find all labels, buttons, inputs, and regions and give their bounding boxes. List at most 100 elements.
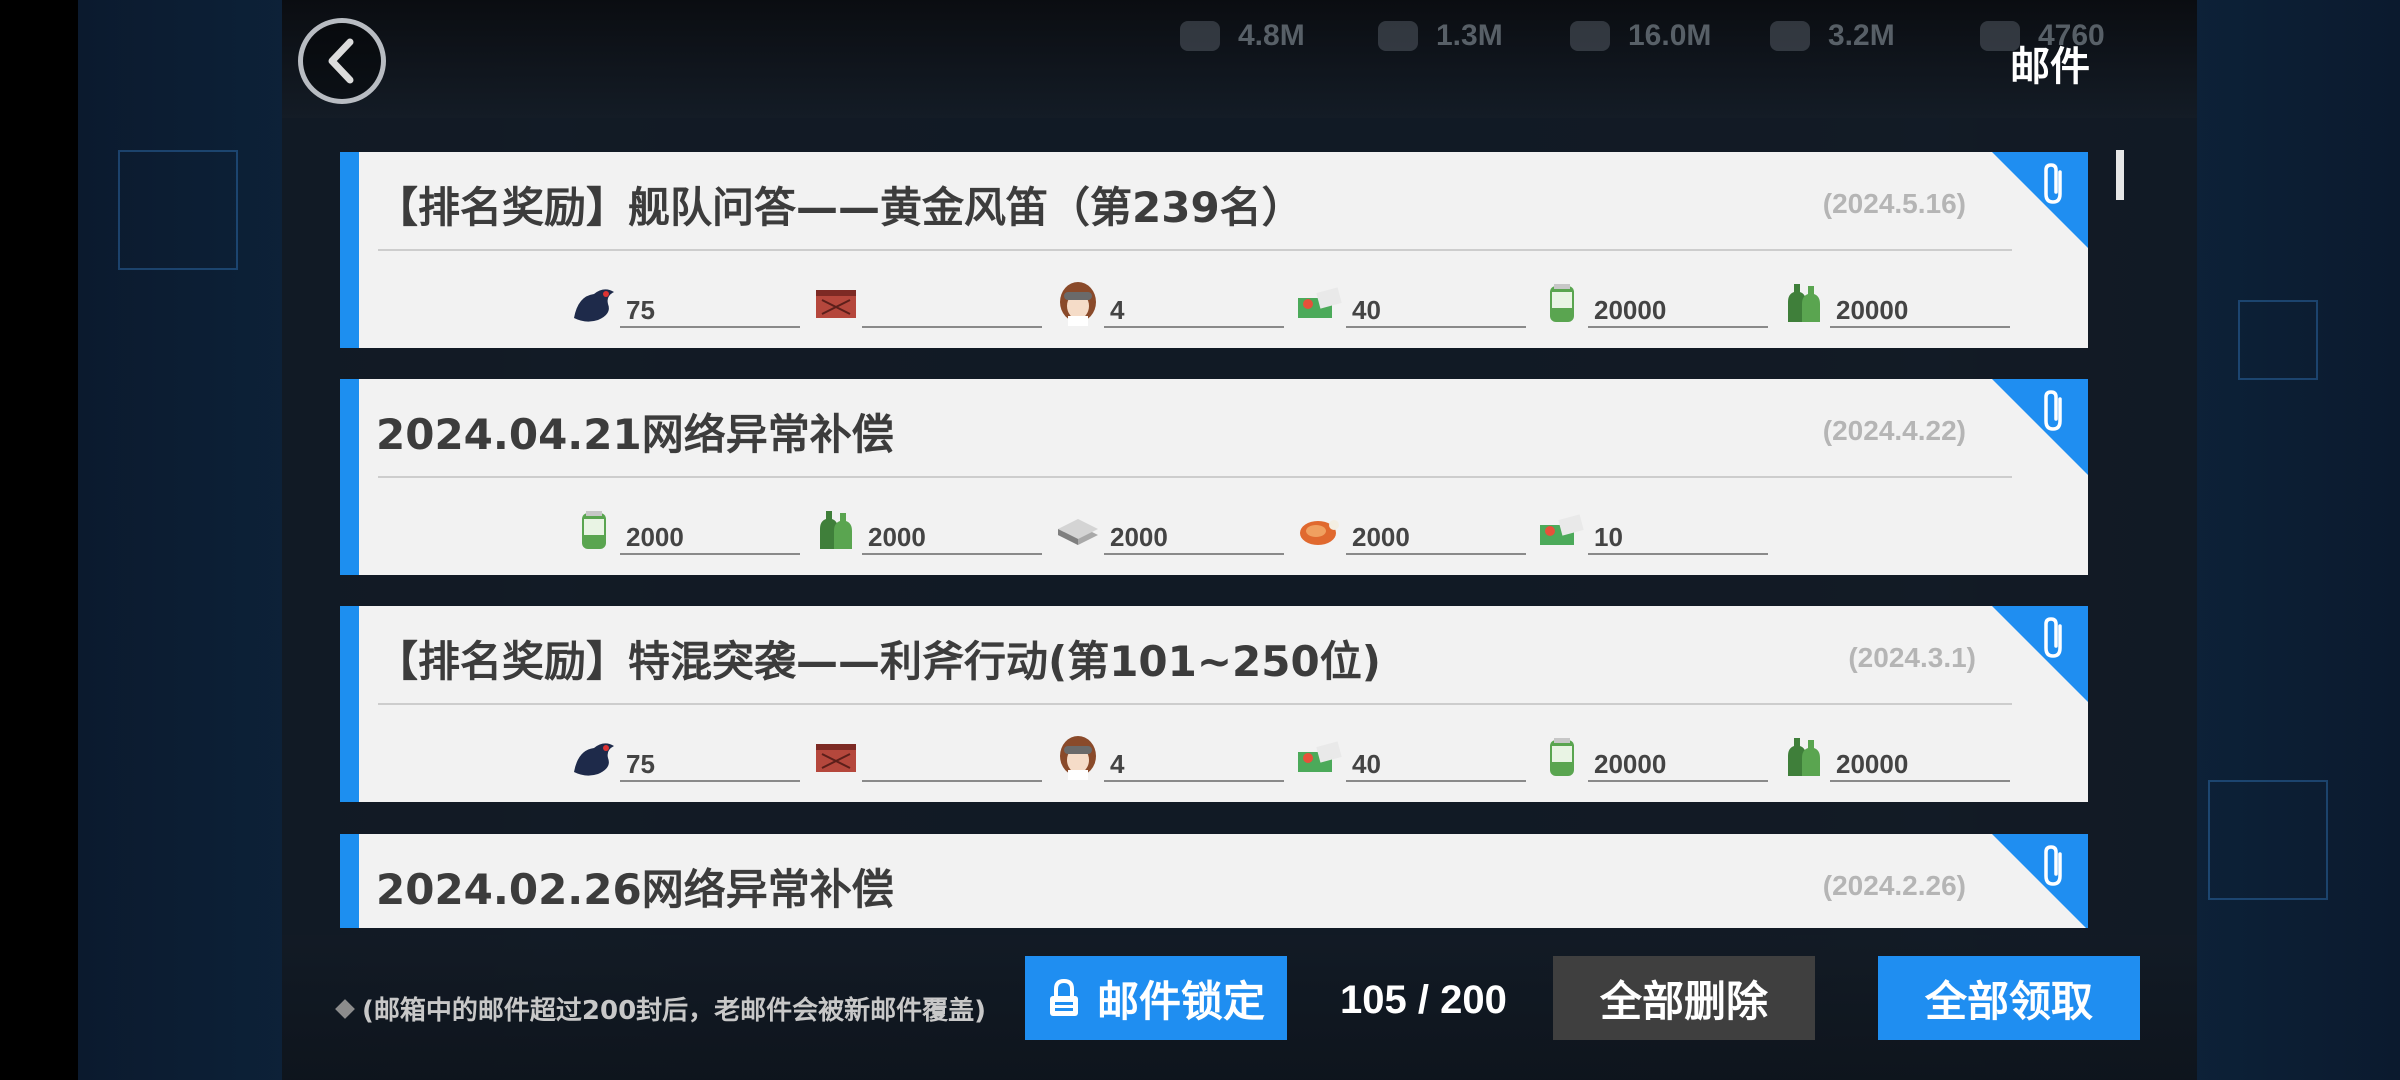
attachment-qty: 75: [620, 292, 800, 328]
attachment-qty: 4: [1104, 746, 1284, 782]
background-decoration: [2208, 780, 2328, 900]
bottles-icon: [1788, 284, 1820, 322]
attachment-qty: 40: [1346, 292, 1526, 328]
attachment-item: [810, 728, 1050, 788]
mail-count: 105 / 200: [1340, 978, 1507, 1022]
mail-date: (2024.4.22): [1822, 415, 1966, 446]
resource-ration: 1.3M: [1378, 14, 1503, 58]
crate-icon: [816, 290, 856, 318]
mail-item[interactable]: 2024.02.26网络异常补偿 (2024.2.26): [340, 834, 2088, 928]
attachment-qty: 2000: [862, 519, 1042, 555]
attachment-item: 20000: [1536, 728, 1776, 788]
resource-value: 16.0M: [1628, 19, 1712, 52]
steel-icon: [1058, 519, 1098, 545]
mail-accent-stripe: [340, 834, 359, 928]
attachment-qty: 2000: [1346, 519, 1526, 555]
attachment-item: 4: [1052, 728, 1292, 788]
mail-date: (2024.3.1): [1848, 642, 1976, 673]
resource-parts: 16.0M: [1570, 14, 1711, 58]
mail-title: 2024.04.21网络异常补偿: [376, 410, 894, 459]
fuel-can-icon: [1550, 284, 1574, 322]
bottles-icon: [820, 511, 852, 549]
divider: [378, 703, 2012, 705]
paperclip-icon: [2044, 617, 2062, 658]
pilot-icon: [1060, 282, 1096, 326]
attachment-item: 4: [1052, 274, 1292, 334]
attachment-item: 2000: [1294, 501, 1534, 561]
attachment-item: 20000: [1778, 274, 2018, 334]
ration-icon: [1378, 21, 1418, 51]
parts-icon: [1570, 21, 1610, 51]
supply-box-icon: [1298, 741, 1342, 772]
attachment-item: 2000: [810, 501, 1050, 561]
crate-icon: [816, 744, 856, 772]
mail-title: 【排名奖励】特混突袭——利斧行动(第101~250位): [376, 637, 1381, 686]
scrollbar-thumb[interactable]: [2116, 150, 2124, 200]
mail-date: (2024.5.16): [1822, 188, 1966, 219]
attachment-item: 40: [1294, 728, 1534, 788]
attachment-item: 2000: [568, 501, 808, 561]
resource-food: 3.2M: [1770, 14, 1895, 58]
lock-icon: [1049, 978, 1078, 1016]
attachment-qty: 20000: [1830, 292, 2010, 328]
attachment-qty: 20000: [1588, 746, 1768, 782]
attachment-qty: 10: [1588, 519, 1768, 555]
mail-item[interactable]: 2024.04.21网络异常补偿 (2024.4.22) 2000 2000 2…: [340, 379, 2088, 575]
mail-attachments: 75 4 40 20000 20000: [340, 274, 2088, 334]
mail-title: 2024.02.26网络异常补偿: [376, 865, 894, 914]
attachment-qty: [862, 292, 1042, 328]
delete-all-label: 全部删除: [1599, 976, 1768, 1026]
paperclip-icon: [2044, 845, 2062, 886]
divider: [378, 249, 2012, 251]
fuel-can-icon: [1550, 738, 1574, 776]
back-button[interactable]: [298, 18, 386, 104]
attachment-qty: 20000: [1830, 746, 2010, 782]
attachment-item: 75: [568, 728, 808, 788]
mail-item[interactable]: 【排名奖励】特混突袭——利斧行动(第101~250位) (2024.3.1) 7…: [340, 606, 2088, 802]
lock-button-label: 邮件锁定: [1096, 976, 1265, 1026]
delete-all-button[interactable]: 全部删除: [1553, 956, 1815, 1040]
pilot-icon: [1060, 736, 1096, 780]
attachment-qty: 75: [620, 746, 800, 782]
mail-lock-button[interactable]: 邮件锁定: [1025, 956, 1287, 1040]
meat-icon: [1300, 520, 1339, 545]
attachment-item: 10: [1536, 501, 1776, 561]
claim-all-label: 全部领取: [1924, 976, 2093, 1026]
attachment-qty: 40: [1346, 746, 1526, 782]
resource-value: 1.3M: [1436, 19, 1503, 52]
supply-box-icon: [1298, 287, 1342, 318]
note-text: (邮箱中的邮件超过200封后，老邮件会被新邮件覆盖): [362, 996, 987, 1026]
attachment-qty: 2000: [620, 519, 800, 555]
resource-value: 3.2M: [1828, 19, 1895, 52]
attachment-qty: 20000: [1588, 292, 1768, 328]
divider: [378, 476, 2012, 478]
supply-box-icon: [1540, 514, 1584, 545]
attachment-item: 2000: [1052, 501, 1292, 561]
fuel-can-icon: [582, 511, 606, 549]
mail-item[interactable]: 【排名奖励】舰队问答——黄金风笛（第239名） (2024.5.16) 75 4…: [340, 152, 2088, 348]
mail-attachments: 75 4 40 20000 20000: [340, 728, 2088, 788]
attachment-item: 20000: [1536, 274, 1776, 334]
attachment-item: [810, 274, 1050, 334]
ammo-icon: [1180, 21, 1220, 51]
mail-attachments: 2000 2000 2000 2000 10: [340, 501, 2088, 561]
background-decoration: [2238, 300, 2318, 380]
resource-value: 4.8M: [1238, 19, 1305, 52]
resource-ammo: 4.8M: [1180, 14, 1305, 58]
attachment-item: 20000: [1778, 728, 2018, 788]
attachment-qty: 4: [1104, 292, 1284, 328]
claim-all-button[interactable]: 全部领取: [1878, 956, 2140, 1040]
mail-title: 【排名奖励】舰队问答——黄金风笛（第239名）: [376, 183, 1304, 232]
mailbox-limit-note: (邮箱中的邮件超过200封后，老邮件会被新邮件覆盖): [335, 990, 987, 1027]
attachment-item: 40: [1294, 274, 1534, 334]
mail-date: (2024.2.26): [1822, 870, 1966, 901]
attachment-item: 75: [568, 274, 808, 334]
food-icon: [1770, 21, 1810, 51]
bottles-icon: [1788, 738, 1820, 776]
diamond-bullet-icon: [335, 998, 355, 1019]
page-title: 邮件: [2010, 44, 2090, 90]
attachment-qty: [862, 746, 1042, 782]
chevron-left-icon: [328, 38, 354, 84]
paperclip-icon: [2044, 163, 2062, 204]
attachment-qty: 2000: [1104, 519, 1284, 555]
